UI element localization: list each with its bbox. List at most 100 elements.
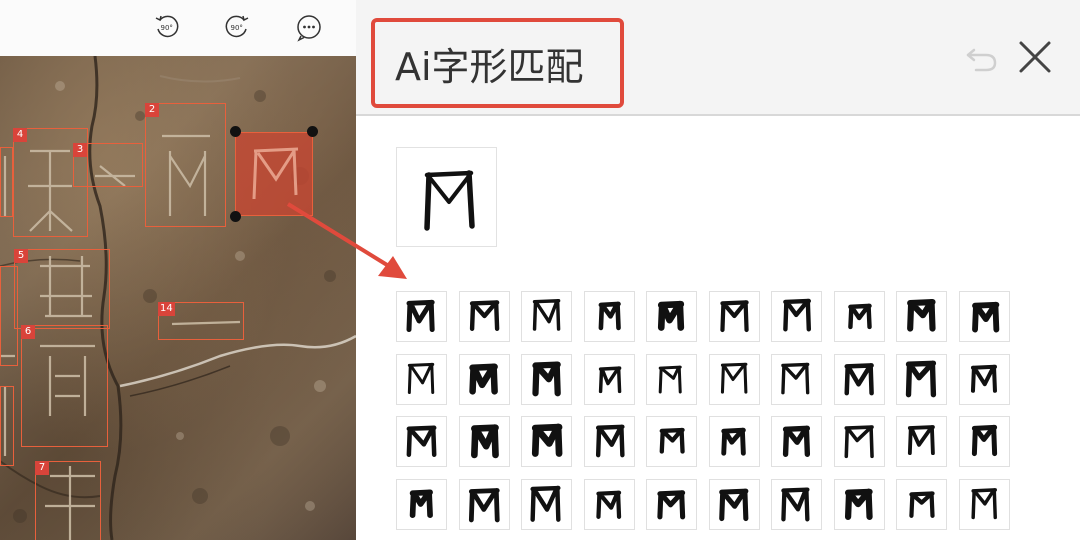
match-candidate-glyph [905, 360, 937, 397]
match-candidate[interactable] [521, 291, 572, 342]
match-candidate-glyph [532, 360, 561, 396]
match-candidate-glyph [847, 303, 872, 330]
region-box-5[interactable]: 5 [14, 249, 110, 329]
match-candidate[interactable] [771, 353, 822, 405]
match-candidate-glyph [469, 300, 499, 331]
oracle-bone-rubbing[interactable]: 4 3 2 5 14 6 7 [0, 56, 356, 540]
undo-icon [966, 48, 997, 72]
match-candidate[interactable] [958, 478, 1010, 530]
match-candidate[interactable] [708, 478, 760, 530]
region-tag-4: 4 [13, 128, 27, 142]
match-candidate[interactable] [646, 416, 697, 467]
ellipsis-icon [297, 15, 321, 42]
match-candidate-glyph [843, 362, 874, 395]
region-tag-6: 6 [21, 325, 35, 339]
match-candidate[interactable] [896, 478, 947, 530]
match-candidate[interactable] [396, 353, 447, 405]
match-candidate[interactable] [771, 291, 822, 342]
match-candidate[interactable] [896, 416, 947, 467]
rotate-right-label: 90° [231, 24, 243, 32]
region-tag-5: 5 [14, 249, 28, 263]
region-tag-7: 7 [35, 461, 49, 475]
match-candidate[interactable] [958, 353, 1010, 405]
match-candidate[interactable] [708, 353, 760, 405]
rotate-left-label: 90° [161, 24, 173, 32]
match-candidate-glyph [844, 425, 874, 459]
match-candidate[interactable] [521, 416, 572, 467]
match-candidate[interactable] [583, 478, 635, 530]
match-candidate-glyph [658, 365, 682, 393]
rotate-right-button[interactable]: 90° [220, 10, 254, 44]
match-candidate[interactable] [833, 478, 885, 530]
resize-handle-top-left[interactable] [230, 126, 241, 137]
match-candidate[interactable] [396, 291, 447, 342]
viewer-toolbar: 90° 90° [0, 0, 356, 56]
match-candidate[interactable] [458, 291, 510, 342]
match-candidate-glyph [470, 424, 499, 459]
match-candidate[interactable] [646, 478, 697, 530]
match-candidate[interactable] [396, 416, 447, 467]
panel-title: Ai字形匹配 [395, 44, 584, 89]
region-box-edge-a[interactable] [0, 147, 13, 217]
match-candidate[interactable] [646, 291, 697, 342]
match-candidate[interactable] [708, 416, 760, 467]
match-candidate[interactable] [458, 353, 510, 405]
region-box-edge-c[interactable] [0, 386, 14, 466]
match-candidate-glyph [971, 424, 997, 457]
match-candidate[interactable] [458, 416, 510, 467]
match-candidate-glyph [718, 488, 748, 521]
match-candidate-glyph [406, 299, 435, 333]
resize-handle-top-right[interactable] [307, 126, 318, 137]
match-candidate-glyph [781, 362, 810, 394]
region-tag-2: 2 [145, 103, 159, 117]
region-box-2[interactable]: 2 [145, 103, 226, 227]
match-candidate-glyph [532, 299, 561, 331]
selected-region[interactable] [235, 132, 313, 216]
match-candidate[interactable] [958, 291, 1010, 342]
more-button[interactable] [292, 10, 326, 44]
match-candidate[interactable] [833, 416, 885, 467]
match-candidate[interactable] [771, 478, 822, 530]
match-candidate-glyph [530, 485, 561, 522]
match-candidate-glyph [407, 362, 435, 394]
match-candidate[interactable] [583, 353, 635, 405]
match-candidate[interactable] [521, 478, 572, 530]
match-candidate[interactable] [521, 353, 572, 405]
match-candidate[interactable] [396, 478, 447, 530]
match-candidate[interactable] [583, 416, 635, 467]
region-box-3[interactable]: 3 [73, 143, 143, 187]
match-candidate-glyph [720, 362, 747, 394]
region-tag-14: 14 [158, 302, 175, 316]
match-candidate[interactable] [833, 353, 885, 405]
region-box-7[interactable]: 7 [35, 461, 101, 540]
rotate-right-icon: 90° [225, 15, 249, 38]
match-candidate-glyph [907, 425, 935, 456]
match-candidate-glyph [468, 363, 498, 395]
match-candidate[interactable] [896, 353, 947, 405]
match-candidate-glyph [970, 487, 997, 519]
query-glyph-image [424, 170, 475, 231]
match-candidate[interactable] [833, 291, 885, 342]
match-candidate[interactable] [896, 291, 947, 342]
image-viewer: 90° 90° 4 3 2 5 14 6 7 [0, 0, 356, 540]
undo-button[interactable] [964, 42, 1000, 74]
region-box-6[interactable]: 6 [21, 325, 108, 447]
close-button[interactable] [1016, 38, 1054, 76]
match-candidate[interactable] [708, 291, 760, 342]
region-tag-3: 3 [73, 143, 87, 157]
region-box-edge-b[interactable] [0, 266, 18, 366]
match-candidate-glyph [595, 490, 621, 519]
resize-handle-bottom-left[interactable] [230, 211, 241, 222]
match-candidate[interactable] [458, 478, 510, 530]
match-candidate-glyph [595, 424, 625, 458]
match-candidate[interactable] [958, 416, 1010, 467]
match-candidate-glyph [844, 488, 873, 520]
rotate-left-icon: 90° [155, 15, 179, 38]
match-candidate-glyph [720, 427, 746, 456]
region-box-14[interactable]: 14 [158, 302, 244, 340]
match-candidate[interactable] [646, 353, 697, 405]
match-candidate[interactable] [771, 416, 822, 467]
match-candidate[interactable] [583, 291, 635, 342]
match-candidate-glyph [531, 423, 563, 457]
rotate-left-button[interactable]: 90° [150, 10, 184, 44]
